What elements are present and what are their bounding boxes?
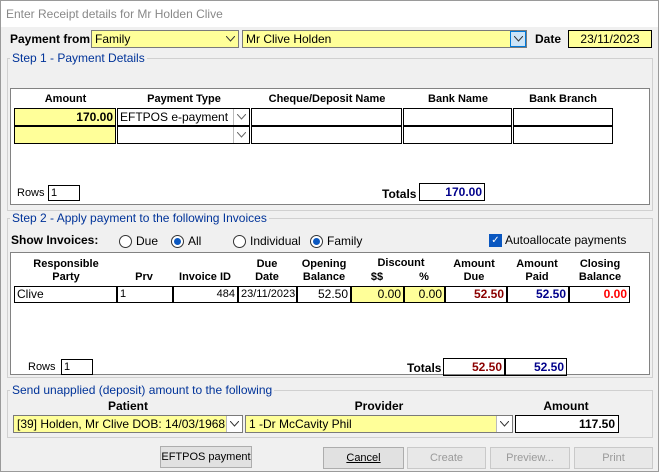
autoallocate-label: Autoallocate payments (505, 233, 627, 247)
col-bank-name: Bank Name (428, 93, 488, 105)
cheque-name-cell[interactable] (251, 126, 402, 144)
total-paid: 52.50 (505, 358, 567, 376)
col-opening-balance: Opening Balance (301, 258, 347, 283)
provider-label: Provider (354, 399, 404, 413)
patient-select[interactable]: [39] Holden, Mr Clive DOB: 14/03/1968 (13, 415, 243, 433)
unapplied-title: Send unapplied (deposit) amount to the f… (10, 383, 275, 397)
unapplied-amount-field[interactable]: 117.50 (515, 415, 619, 433)
due-date-cell: 23/11/2023 (238, 286, 297, 303)
radio-all[interactable]: All (171, 234, 201, 248)
radio-due-label: Due (136, 234, 159, 248)
col-amount-due: Amount Due (453, 258, 495, 283)
create-button[interactable]: Create (407, 447, 486, 469)
payment-type-select[interactable]: EFTPOS e-payment (117, 108, 250, 126)
chevron-down-icon[interactable] (233, 109, 249, 125)
col-payment-type: Payment Type (147, 93, 221, 105)
discount-dollar-cell[interactable]: 0.00 (351, 286, 404, 303)
patient-value: [39] Holden, Mr Clive DOB: 14/03/1968 (17, 417, 226, 431)
radio-due-button[interactable] (119, 234, 132, 248)
radio-family-button[interactable] (310, 234, 323, 248)
bank-branch-cell[interactable] (513, 108, 613, 126)
col-cheque-name: Cheque/Deposit Name (268, 93, 386, 105)
col-prv: Prv (135, 271, 153, 283)
payment-from-value: Family (95, 32, 131, 46)
cancel-button[interactable]: Cancel (323, 447, 404, 469)
radio-family[interactable]: Family (310, 234, 362, 248)
chevron-down-icon[interactable] (233, 127, 249, 143)
chevron-down-icon[interactable] (222, 31, 238, 47)
chevron-down-icon[interactable] (510, 31, 526, 47)
col-bank-branch: Bank Branch (529, 93, 597, 105)
col-invoice-id: Invoice ID (179, 271, 231, 283)
step1-title: Step 1 - Payment Details (10, 51, 147, 65)
chevron-down-icon[interactable] (226, 416, 242, 432)
total-due: 52.50 (443, 358, 505, 376)
payment-from-select[interactable]: Family (91, 30, 239, 48)
chevron-down-icon[interactable] (496, 416, 512, 432)
payer-select[interactable]: Mr Clive Holden (242, 30, 527, 48)
autoallocate-checkbox[interactable]: ✓ Autoallocate payments (489, 233, 626, 247)
col-responsible-party: Responsible Party (33, 258, 99, 283)
radio-individual[interactable]: Individual (233, 234, 301, 248)
invoice-id-cell: 484 (173, 286, 238, 303)
bank-name-cell[interactable] (403, 108, 512, 126)
patient-label: Patient (107, 399, 148, 413)
prv-cell: 1 (117, 286, 173, 303)
cheque-name-cell[interactable] (251, 108, 402, 126)
payment-type-value: EFTPOS e-payment (120, 110, 229, 124)
col-amount-paid: Amount Paid (516, 258, 558, 283)
radio-due[interactable]: Due (119, 234, 158, 248)
col-discount: Discount (377, 257, 425, 269)
totals-amount: 170.00 (419, 183, 485, 201)
radio-all-label: All (188, 234, 202, 248)
amount-label: Amount (543, 399, 589, 413)
amount-due-cell: 52.50 (445, 286, 507, 303)
show-invoices-label: Show Invoices: (11, 233, 99, 247)
receipt-dialog: Enter Receipt details for Mr Holden Cliv… (0, 0, 659, 472)
date-field[interactable]: 23/11/2023 (568, 30, 652, 48)
rows-count: 1 (61, 359, 93, 375)
title-bar: Enter Receipt details for Mr Holden Cliv… (1, 1, 658, 27)
amount-cell[interactable]: 170.00 (14, 108, 116, 126)
date-label: Date (535, 32, 562, 46)
discount-percent-cell[interactable]: 0.00 (404, 286, 445, 303)
provider-value: 1 -Dr McCavity Phil (249, 417, 352, 431)
totals-label: Totals (382, 187, 417, 201)
party-cell: Clive (14, 286, 117, 303)
rows-label: Rows (28, 361, 56, 373)
bank-name-cell[interactable] (403, 126, 512, 144)
bank-branch-cell[interactable] (513, 126, 613, 144)
opening-balance-cell: 52.50 (297, 286, 351, 303)
radio-family-label: Family (327, 234, 363, 248)
closing-balance-cell: 0.00 (569, 286, 630, 303)
radio-all-button[interactable] (171, 234, 184, 248)
rows-label: Rows (17, 187, 45, 199)
payment-details-panel: Amount Payment Type Cheque/Deposit Name … (10, 88, 650, 205)
table-row[interactable]: Clive 1 484 23/11/2023 52.50 0.00 0.00 5… (14, 286, 630, 303)
preview-button[interactable]: Preview... (490, 447, 570, 469)
col-discount-dollar: $$ (370, 271, 384, 283)
window-title: Enter Receipt details for Mr Holden Cliv… (6, 7, 223, 21)
payer-value: Mr Clive Holden (246, 32, 332, 46)
radio-individual-button[interactable] (233, 234, 246, 248)
radio-individual-label: Individual (250, 234, 301, 248)
step2-title: Step 2 - Apply payment to the following … (10, 211, 269, 225)
checkmark-icon[interactable]: ✓ (489, 233, 502, 247)
rows-count: 1 (48, 185, 80, 201)
amount-paid-cell[interactable]: 52.50 (507, 286, 569, 303)
payment-type-select[interactable] (117, 126, 250, 144)
col-discount-percent: % (419, 271, 429, 283)
payment-from-label: Payment from (10, 32, 91, 46)
totals-label: Totals (407, 361, 442, 375)
col-closing-balance: Closing Balance (578, 258, 622, 283)
invoices-panel: Responsible Party Prv Invoice ID Due Dat… (10, 252, 650, 376)
amount-cell[interactable] (14, 126, 116, 144)
col-amount: Amount (44, 93, 87, 105)
eftpos-payment-button[interactable]: EFTPOS payment (160, 446, 252, 468)
col-due-date: Due Date (255, 258, 279, 283)
print-button[interactable]: Print (574, 447, 653, 469)
provider-select[interactable]: 1 -Dr McCavity Phil (245, 415, 513, 433)
